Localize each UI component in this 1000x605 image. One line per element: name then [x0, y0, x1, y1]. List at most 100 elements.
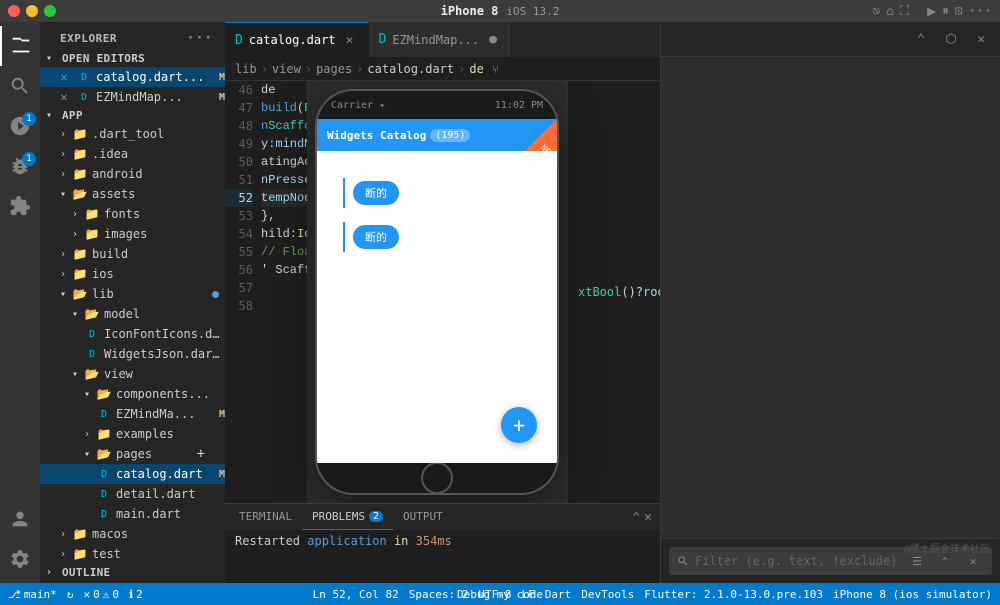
status-devtools[interactable]: DevTools	[581, 588, 634, 601]
section-outline[interactable]: › OUTLINE	[40, 564, 225, 581]
expand-icon[interactable]: ⬡	[940, 28, 962, 50]
warning-count: 0	[112, 588, 119, 601]
file-detail-label: detail.dart	[116, 487, 225, 501]
folder-images[interactable]: › 📁 images	[40, 224, 225, 244]
activity-item-extensions[interactable]	[0, 186, 40, 226]
share-icon[interactable]: ⎋	[872, 4, 880, 19]
breadcrumb-view[interactable]: view	[272, 62, 301, 76]
breadcrumb-lib[interactable]: lib	[235, 62, 257, 76]
tab-catalog[interactable]: D catalog.dart ✕	[225, 22, 369, 57]
section-app[interactable]: ▾ APP	[40, 107, 225, 124]
folder-components[interactable]: ▾ 📂 components...	[40, 384, 225, 404]
file-catalog-dart[interactable]: D catalog.dart M	[40, 464, 225, 484]
open-editor-ezmindmap[interactable]: ✕ D EZMindMap... M	[40, 87, 225, 107]
home-button[interactable]	[421, 462, 453, 493]
close-button[interactable]	[8, 5, 20, 17]
tab-close-button[interactable]: ✕	[342, 32, 358, 48]
panel-close-icon[interactable]: ✕	[970, 28, 992, 50]
close-icon: ✕	[56, 89, 72, 105]
folder-build[interactable]: › 📁 build	[40, 244, 225, 264]
terminal-content: Restarted application in 354ms	[225, 530, 660, 583]
reload-icon[interactable]: ⊡	[955, 4, 963, 19]
fab-button[interactable]: +	[501, 407, 537, 443]
phone-status-bar: Carrier ✦ 11:02 PM	[317, 91, 557, 119]
activity-item-git[interactable]: 1	[0, 106, 40, 146]
terminal-text-restarted: Restarted	[235, 534, 307, 548]
dart-file-icon4: D	[96, 466, 112, 482]
open-editor-catalog[interactable]: ✕ D catalog.dart... M	[40, 67, 225, 87]
folder-ios[interactable]: › 📁 ios	[40, 264, 225, 284]
terminal-expand-icon[interactable]: ⌃	[632, 510, 640, 525]
folder-assets[interactable]: ▾ 📂 assets	[40, 184, 225, 204]
code-line-51: nPressed: (){	[261, 171, 307, 189]
chevron-right-icon: ›	[72, 209, 84, 220]
terminal-tab-output[interactable]: OUTPUT	[393, 504, 453, 530]
fullscreen-icon[interactable]: ⛶	[900, 4, 909, 19]
status-center[interactable]: Debug my code	[457, 588, 543, 601]
activity-item-debug[interactable]: 1	[0, 146, 40, 186]
status-flutter-version[interactable]: Flutter: 2.1.0-13.0.pre.103	[644, 588, 823, 601]
chevron-right-icon: ›	[72, 229, 84, 240]
minimize-button[interactable]	[26, 5, 38, 17]
status-sync[interactable]: ↻	[67, 588, 74, 601]
terminal-tab-problems[interactable]: PROBLEMS 2	[302, 504, 393, 530]
chevron-down-icon: ▾	[60, 289, 72, 300]
tab-ezmindmap[interactable]: D EZMindMap... ●	[369, 22, 513, 57]
folder-macos[interactable]: › 📁 macos	[40, 524, 225, 544]
dart-tab-icon: D	[235, 33, 243, 48]
file-ezmindma[interactable]: D EZMindMa... M	[40, 404, 225, 424]
folder-model[interactable]: ▾ 📂 model	[40, 304, 225, 324]
file-catalog-label: catalog.dart	[116, 467, 215, 481]
stop-icon[interactable]: ⏸	[942, 4, 949, 19]
file-icon-font-icons[interactable]: D IconFontIcons.dart...	[40, 324, 225, 344]
code-editor[interactable]: 46 47 48 49 50 51 52 53 54 55 56 57	[225, 81, 307, 503]
chevron-right-icon: ›	[60, 149, 72, 160]
folder-examples[interactable]: › 📁 examples	[40, 424, 225, 444]
folder-idea[interactable]: › 📁 .idea	[40, 144, 225, 164]
folder-view-label: view	[104, 367, 225, 381]
chevron-down-icon: ▾	[72, 369, 84, 380]
folder-lib[interactable]: ▾ 📂 lib	[40, 284, 225, 304]
status-device[interactable]: iPhone 8 (ios simulator)	[833, 588, 992, 601]
breadcrumb-pages[interactable]: pages	[316, 62, 352, 76]
folder-icon: 📁	[84, 206, 100, 222]
activity-item-accounts[interactable]	[0, 499, 40, 539]
breadcrumb-sep3: ›	[356, 62, 363, 76]
output-label: OUTPUT	[403, 510, 443, 523]
terminal-close-icon[interactable]: ✕	[644, 510, 652, 525]
terminal-tab-terminal[interactable]: TERMINAL	[229, 504, 302, 530]
more-icon[interactable]: ···	[969, 4, 992, 19]
home-icon[interactable]: ⌂	[886, 4, 894, 19]
file-widgets-json-label: WidgetsJson.dart...	[104, 347, 225, 361]
add-file-icon[interactable]: +	[197, 446, 205, 462]
chevron-up-icon[interactable]: ⌃	[910, 28, 932, 50]
status-branch[interactable]: ⎇ main*	[8, 588, 57, 601]
activity-item-search[interactable]	[0, 66, 40, 106]
status-ln-col[interactable]: Ln 52, Col 82	[313, 588, 399, 601]
folder-view[interactable]: ▾ 📂 view	[40, 364, 225, 384]
status-errors[interactable]: ✕ 0 ⚠ 0	[83, 588, 119, 601]
folder-android[interactable]: › 📁 android	[40, 164, 225, 184]
tab-close-button2[interactable]: ●	[485, 32, 501, 48]
activity-item-files[interactable]	[0, 26, 40, 66]
dart-file-icon: D	[84, 326, 100, 342]
file-detail-dart[interactable]: D detail.dart	[40, 484, 225, 504]
folder-pages[interactable]: ▾ 📂 pages +	[40, 444, 225, 464]
status-lang[interactable]: Dart	[545, 588, 572, 601]
folder-dart-tool[interactable]: › 📁 .dart_tool	[40, 124, 225, 144]
status-info[interactable]: ℹ 2	[129, 588, 143, 601]
section-open-editors[interactable]: ▾ OPEN EdItoRS	[40, 50, 225, 67]
filter-input[interactable]	[695, 554, 900, 568]
sidebar-title: EXPLORER	[60, 32, 117, 45]
run-icon[interactable]: ▶	[927, 2, 936, 20]
breadcrumb-symbol[interactable]: de	[469, 62, 483, 76]
folder-test[interactable]: › 📁 test	[40, 544, 225, 564]
file-widgets-json[interactable]: D WidgetsJson.dart...	[40, 344, 225, 364]
activity-item-settings[interactable]	[0, 539, 40, 579]
maximize-button[interactable]	[44, 5, 56, 17]
breadcrumb-file[interactable]: catalog.dart	[367, 62, 454, 76]
sidebar-menu-icon[interactable]: ···	[186, 30, 213, 46]
folder-fonts[interactable]: › 📁 fonts	[40, 204, 225, 224]
terminal-text-time: 354ms	[416, 534, 452, 548]
file-main-dart[interactable]: D main.dart	[40, 504, 225, 524]
